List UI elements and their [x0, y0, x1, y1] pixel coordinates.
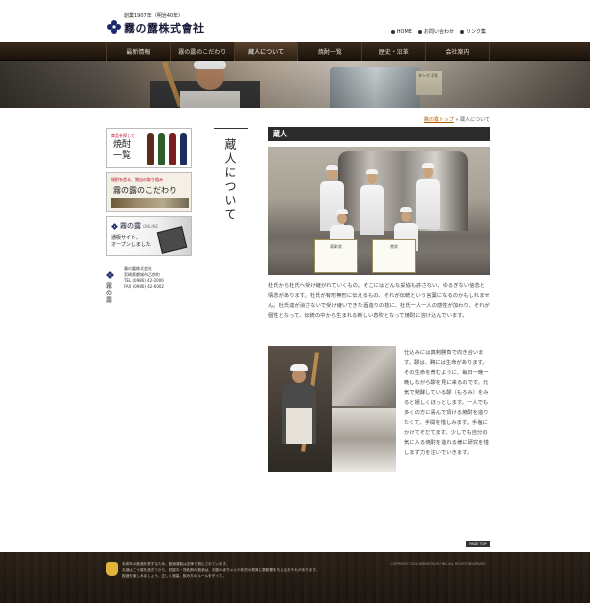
page-top-button[interactable]: PAGE TOP — [466, 541, 490, 547]
banner-commitment-title: 霧の露のこだわり — [113, 186, 177, 195]
intro-paragraph: 杜氏から杜氏へ受け継がれていくもの。そこにはどんな妥協も許さない、ゆるぎない信念… — [268, 283, 490, 319]
flower-crest-icon — [107, 20, 121, 34]
bullet-icon — [459, 29, 464, 34]
banner-products-caption: 商品を探して — [111, 133, 135, 138]
bottle-image — [169, 133, 176, 165]
brewers-group-photo: 表彰状 賞状 — [268, 147, 490, 275]
utility-nav: HOME お問い合わせ リンク集 — [390, 28, 486, 35]
bottle-image — [158, 133, 165, 165]
company-mark: 霧の露 — [106, 264, 116, 304]
online-shop-text-line1: 通販サイト、 — [111, 235, 141, 241]
bullet-icon — [390, 29, 395, 34]
banner-products-title: 焼酎 一覧 — [113, 140, 131, 162]
worker-cap — [290, 364, 308, 371]
util-link-home[interactable]: HOME — [390, 28, 412, 35]
sidebar: 商品を探して 焼酎 一覧 焼酎を造る、独自の取り組み 霧の露のこだわり 霧の露 … — [106, 128, 192, 304]
company-info: 霧の露 霧の露株式会社 宮崎県都城市乙房町 TEL (0986) 42-2006… — [106, 264, 192, 304]
site-logo[interactable]: 創業1907年（明治40年） 霧の露株式會社 — [106, 12, 226, 38]
worker-apron — [286, 408, 312, 444]
person-figure — [360, 169, 384, 237]
collage-worker-photo — [268, 346, 332, 472]
util-link-contact[interactable]: お問い合わせ — [417, 28, 454, 35]
online-shop-label: ONLINE — [143, 223, 159, 229]
company-mark-text: 霧の露 — [106, 283, 113, 304]
nav-item-news[interactable]: 最新情報 — [106, 42, 170, 61]
nav-item-products[interactable]: 焼酎一覧 — [297, 42, 361, 61]
footer-notice-line3: 飲酒を楽しみましょう。正しく適量、飲み方のルールを守って。 — [122, 574, 226, 578]
certificate: 表彰状 — [314, 239, 358, 273]
nav-item-commitment[interactable]: 霧の露のこだわり — [169, 42, 234, 61]
breadcrumb-current: 蔵人について — [460, 117, 490, 123]
hero-banner: タンク 2号 — [0, 61, 590, 108]
bottle-image — [180, 133, 187, 165]
bullet-icon — [417, 29, 422, 34]
logo-tagline: 創業1907年（明治40年） — [124, 13, 184, 19]
bottle-image — [147, 133, 154, 165]
util-link-label: HOME — [396, 28, 412, 35]
person-figure — [416, 163, 440, 231]
main-content: 蔵人 表彰状 賞状 杜氏から杜氏へ受け継がれていくもの。そこにはどんな妥協も許さ… — [268, 127, 490, 321]
util-link-label: リンク集 — [465, 29, 486, 35]
nav-item-company[interactable]: 会社案内 — [425, 42, 490, 61]
banner-products-title-line2: 一覧 — [113, 151, 132, 161]
brewing-photo-collage — [268, 346, 396, 472]
online-shop-text-line2: オープンしました — [111, 242, 151, 248]
hero-shade — [0, 61, 590, 108]
certificate-label: 賞状 — [390, 244, 398, 249]
company-details: 霧の露株式会社 宮崎県都城市乙房町 TEL (0986) 42-2006 FAX… — [124, 266, 164, 290]
online-shop-logo-text: 霧の露 — [120, 222, 141, 230]
banner-products-title-line1: 焼酎 — [113, 140, 132, 150]
util-link-label: お問い合わせ — [423, 29, 454, 35]
banner-products[interactable]: 商品を探して 焼酎 一覧 — [106, 128, 192, 168]
site-footer: 未成年の飲酒を禁ずるため、飲酒運転は法律で禁止されています。 お酒は二十歳を過ぎ… — [0, 552, 590, 603]
banner-online-shop[interactable]: 霧の露 ONLINE 通販サイト、 オープンしました — [106, 216, 192, 256]
breadcrumb: 霧の露トップ » 蔵人について — [424, 116, 490, 123]
collage-tank-photo — [332, 346, 396, 406]
nav-item-brewers[interactable]: 蔵人について — [233, 42, 298, 61]
flower-crest-icon — [106, 271, 114, 279]
banner-commitment-caption: 焼酎を造る、独自の取り組み — [111, 177, 163, 182]
online-shop-logo: 霧の露 ONLINE — [111, 221, 158, 231]
breadcrumb-home-link[interactable]: 霧の露トップ — [424, 117, 454, 123]
copyright: COPYRIGHT 2010 KIRINOTSUYU INC.ALL RIGHT… — [390, 562, 486, 566]
brewing-paragraph: 仕込みには真剣勝負で向き合います。醪は、麹には生命があります。その生命を育むよう… — [404, 350, 489, 456]
flower-crest-icon — [111, 222, 118, 230]
global-nav: 最新情報 霧の露のこだわり 蔵人について 焼酎一覧 歴史・沿革 会社案内 — [0, 42, 590, 61]
title-rule — [214, 128, 248, 129]
util-link-links[interactable]: リンク集 — [459, 28, 486, 35]
online-shop-text: 通販サイト、 オープンしました — [111, 235, 151, 249]
company-info-fax: FAX (0986) 42-6002 — [124, 284, 164, 289]
nav-item-history[interactable]: 歴史・沿革 — [361, 42, 425, 61]
company-name: 霧の露株式會社 — [124, 22, 205, 35]
hand-mark-icon — [106, 562, 118, 576]
section-header: 蔵人 — [268, 127, 490, 141]
certificate-label: 表彰状 — [330, 244, 342, 249]
device-image — [156, 226, 188, 254]
collage-mash-photo — [332, 408, 396, 472]
certificate: 賞状 — [372, 239, 416, 273]
banner-commitment[interactable]: 焼酎を造る、独自の取り組み 霧の露のこだわり — [106, 172, 192, 212]
site-header: 創業1907年（明治40年） 霧の露株式會社 HOME お問い合わせ リンク集 — [0, 0, 590, 42]
page-title: 蔵人について — [223, 138, 237, 222]
breadcrumb-separator: » — [455, 117, 459, 123]
footer-notice: 未成年の飲酒を禁ずるため、飲酒運転は法律で禁止されています。 お酒は二十歳を過ぎ… — [122, 561, 319, 579]
banner-commitment-photo — [111, 198, 189, 208]
